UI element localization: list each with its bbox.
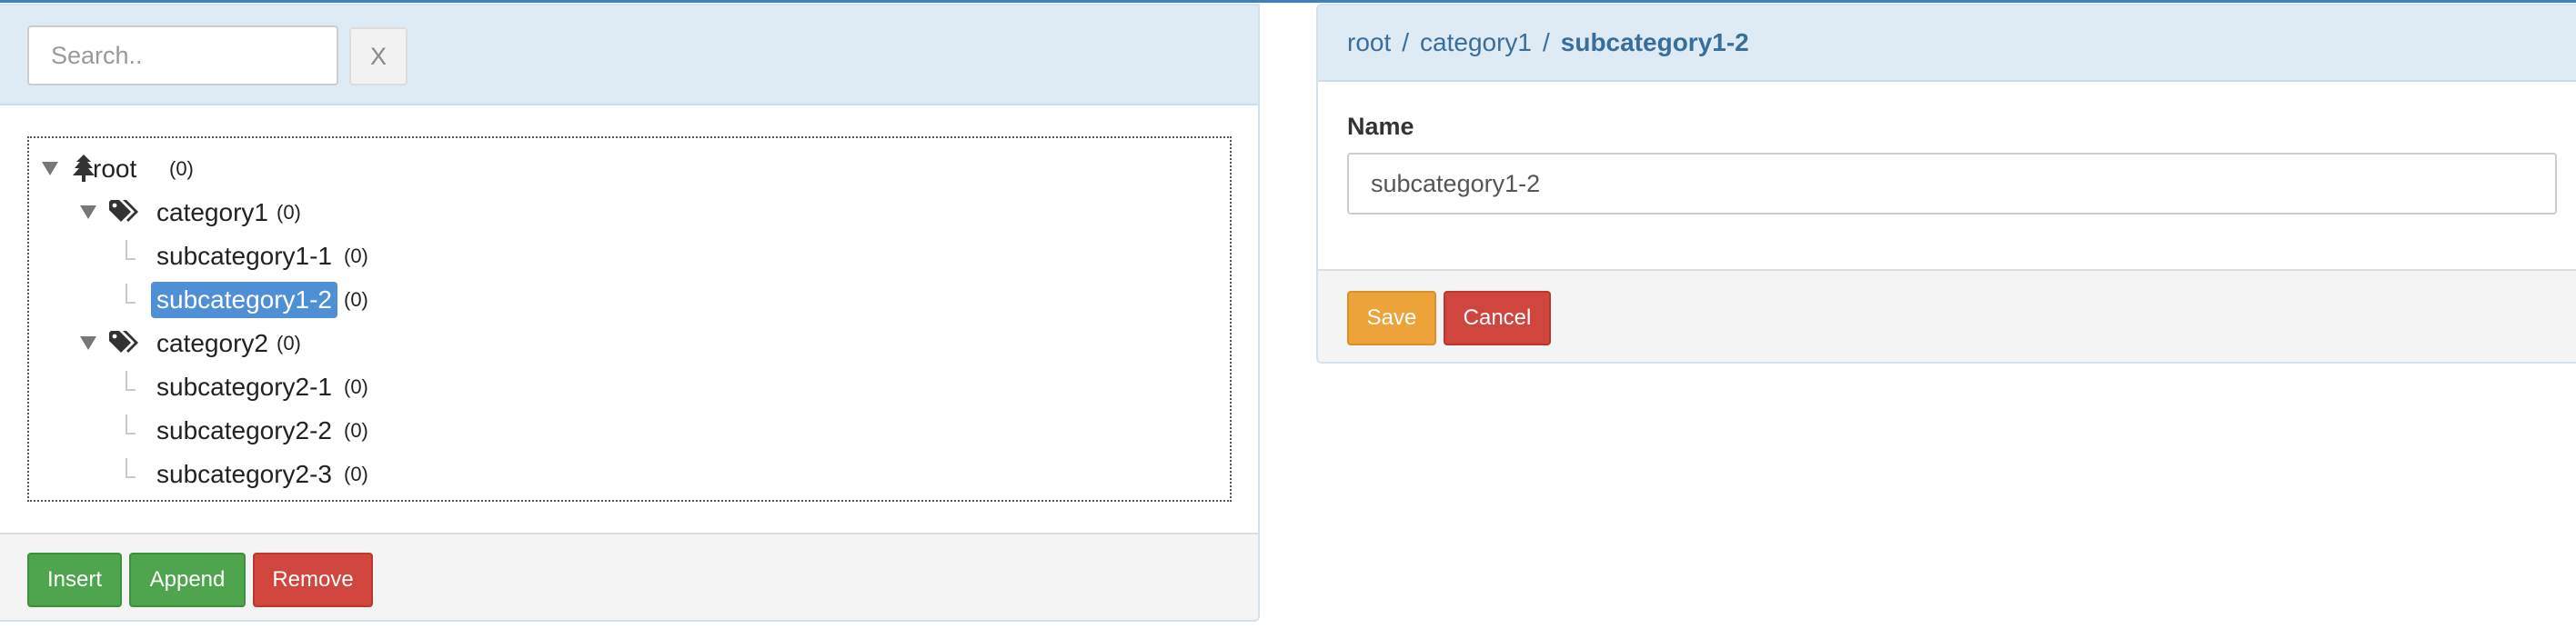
- tree-node-label[interactable]: category1: [151, 195, 274, 231]
- tree-node-subcategory2-3[interactable]: subcategory2-3 (0): [29, 454, 1230, 494]
- tree-node-label[interactable]: root: [87, 151, 142, 187]
- name-field[interactable]: [1347, 153, 2557, 215]
- remove-button[interactable]: Remove: [253, 553, 373, 607]
- tree-node-label[interactable]: subcategory2-2: [151, 413, 337, 449]
- tree-node-subcategory1-1[interactable]: subcategory1-1 (0): [29, 236, 1230, 276]
- tree-node-count: (0): [344, 245, 368, 267]
- tags-icon: [109, 329, 140, 356]
- tree-connector: [126, 371, 136, 391]
- tree-connector: [126, 284, 136, 304]
- collapse-toggle-icon[interactable]: [80, 205, 96, 219]
- tree-node-subcategory2-2[interactable]: subcategory2-2 (0): [29, 411, 1230, 451]
- tree-node-count: (0): [277, 332, 301, 354]
- detail-panel: root / category1 / subcategory1-2 Name S…: [1316, 4, 2576, 364]
- tree-node-label[interactable]: subcategory1-1: [151, 238, 337, 275]
- tree-actions-bar: Insert Append Remove: [0, 533, 1258, 620]
- name-field-label: Name: [1347, 113, 1414, 140]
- tree-node-subcategory1-2[interactable]: subcategory1-2 (0): [29, 280, 1230, 320]
- tree-node-label[interactable]: category2: [151, 325, 274, 362]
- insert-button[interactable]: Insert: [27, 553, 122, 607]
- tree-node-count: (0): [344, 463, 368, 485]
- tree-node-category1[interactable]: category1 (0): [29, 193, 1230, 233]
- tree-node-label-selected[interactable]: subcategory1-2: [151, 282, 338, 318]
- tree-connector: [126, 458, 136, 478]
- tree-node-label[interactable]: subcategory2-3: [151, 456, 337, 493]
- tree-node-label[interactable]: subcategory2-1: [151, 369, 337, 405]
- breadcrumb: root / category1 / subcategory1-2: [1318, 5, 2576, 82]
- breadcrumb-category[interactable]: category1: [1420, 28, 1532, 57]
- save-button[interactable]: Save: [1347, 291, 1436, 345]
- clear-search-button[interactable]: X: [349, 27, 408, 85]
- breadcrumb-separator: /: [1402, 28, 1410, 56]
- tree-node-count: (0): [344, 288, 368, 311]
- top-accent-line: [0, 0, 2576, 3]
- collapse-toggle-icon[interactable]: [80, 336, 96, 350]
- tree-connector: [126, 240, 136, 260]
- tree-panel: X root (0) category1: [0, 4, 1260, 622]
- search-input[interactable]: [27, 25, 338, 85]
- breadcrumb-separator: /: [1543, 28, 1550, 56]
- tags-icon: [109, 198, 140, 225]
- category-tree: root (0) category1 (0) subcategory1-1 (0…: [27, 136, 1232, 502]
- tree-connector: [126, 414, 136, 434]
- tree-node-count: (0): [344, 375, 368, 398]
- tree-node-count: (0): [169, 157, 194, 180]
- detail-actions-bar: Save Cancel: [1318, 269, 2576, 362]
- tree-node-count: (0): [344, 419, 368, 442]
- breadcrumb-current: subcategory1-2: [1560, 28, 1749, 56]
- tree-node-subcategory2-1[interactable]: subcategory2-1 (0): [29, 367, 1230, 407]
- cancel-button[interactable]: Cancel: [1444, 291, 1551, 345]
- tree-panel-header: X: [0, 5, 1258, 105]
- tree-node-count: (0): [277, 201, 301, 224]
- breadcrumb-root[interactable]: root: [1347, 28, 1391, 57]
- append-button[interactable]: Append: [129, 553, 246, 607]
- tree-node-root[interactable]: root (0): [29, 149, 1230, 189]
- collapse-toggle-icon[interactable]: [42, 162, 58, 175]
- tree-node-category2[interactable]: category2 (0): [29, 324, 1230, 364]
